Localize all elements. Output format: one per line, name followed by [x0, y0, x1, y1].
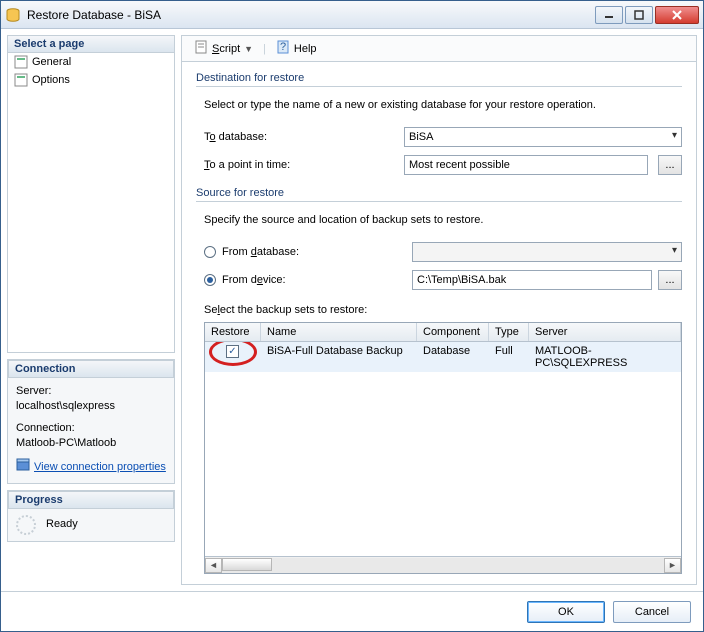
progress-spinner-icon — [16, 515, 36, 535]
svg-text:?: ? — [280, 41, 286, 53]
from-database-radio[interactable] — [204, 246, 216, 258]
script-icon — [194, 40, 208, 57]
server-value: localhost\sqlexpress — [16, 399, 166, 414]
toolbar: SScriptcript ▼ | ? Help — [182, 36, 696, 62]
minimize-button[interactable] — [595, 6, 623, 24]
from-device-browse-button[interactable]: ... — [658, 270, 682, 290]
select-sets-label: Select the backup sets to restore: — [204, 304, 682, 316]
window: Restore Database - BiSA Select a page Ge… — [0, 0, 704, 632]
connection-props-icon — [16, 458, 30, 477]
help-icon: ? — [276, 40, 290, 57]
col-restore[interactable]: Restore — [205, 323, 261, 341]
window-title: Restore Database - BiSA — [27, 8, 593, 22]
cell-server: MATLOOB-PC\SQLEXPRESS — [529, 342, 681, 372]
point-in-time-field[interactable]: Most recent possible — [404, 155, 648, 175]
ok-button[interactable]: OK — [527, 601, 605, 623]
page-item-label: General — [32, 56, 71, 68]
progress-status: Ready — [46, 517, 78, 532]
cell-name: BiSA-Full Database Backup — [261, 342, 417, 372]
close-button[interactable] — [655, 6, 699, 24]
from-device-field[interactable]: C:\Temp\BiSA.bak — [412, 270, 652, 290]
footer: OK Cancel — [1, 591, 703, 631]
connection-value: Matloob-PC\Matloob — [16, 436, 166, 451]
to-database-label: To database: — [204, 131, 394, 143]
backup-sets-grid: Restore Name Component Type Server BiSA-… — [204, 322, 682, 574]
pages-header: Select a page — [7, 35, 175, 53]
to-database-combo[interactable]: BiSA — [404, 127, 682, 147]
table-row[interactable]: BiSA-Full Database Backup Database Full … — [205, 342, 681, 372]
destination-group: Destination for restore — [196, 72, 682, 87]
page-item-options[interactable]: Options — [8, 71, 174, 89]
destination-hint: Select or type the name of a new or exis… — [204, 99, 682, 111]
point-in-time-browse-button[interactable]: ... — [658, 155, 682, 175]
page-icon — [14, 73, 28, 87]
server-label: Server: — [16, 384, 166, 399]
page-item-label: Options — [32, 74, 70, 86]
dropdown-arrow-icon: ▼ — [244, 44, 253, 54]
help-button[interactable]: ? Help — [272, 38, 321, 59]
from-device-radio[interactable] — [204, 274, 216, 286]
script-button[interactable]: SScriptcript ▼ — [190, 38, 257, 59]
connection-label: Connection: — [16, 421, 166, 436]
view-connection-properties-link[interactable]: View connection properties — [34, 460, 166, 475]
col-component[interactable]: Component — [417, 323, 489, 341]
point-in-time-label: To a point in time: — [204, 159, 394, 171]
database-icon — [5, 7, 21, 23]
cancel-button[interactable]: Cancel — [613, 601, 691, 623]
source-group: Source for restore — [196, 187, 682, 202]
horizontal-scrollbar[interactable]: ◄ ► — [205, 556, 681, 573]
col-name[interactable]: Name — [261, 323, 417, 341]
scroll-right-arrow-icon[interactable]: ► — [664, 558, 681, 573]
source-hint: Specify the source and location of backu… — [204, 214, 682, 226]
page-icon — [14, 55, 28, 69]
from-device-label: From device: — [222, 274, 406, 286]
col-server[interactable]: Server — [529, 323, 681, 341]
page-list: General Options — [7, 53, 175, 353]
restore-checkbox[interactable] — [226, 345, 239, 358]
maximize-button[interactable] — [625, 6, 653, 24]
connection-header: Connection — [8, 360, 174, 378]
progress-header: Progress — [8, 491, 174, 509]
scroll-left-arrow-icon[interactable]: ◄ — [205, 558, 222, 573]
from-database-label: From database: — [222, 246, 406, 258]
titlebar: Restore Database - BiSA — [1, 1, 703, 29]
cell-component: Database — [417, 342, 489, 372]
from-database-combo — [412, 242, 682, 262]
page-item-general[interactable]: General — [8, 53, 174, 71]
col-type[interactable]: Type — [489, 323, 529, 341]
cell-type: Full — [489, 342, 529, 372]
